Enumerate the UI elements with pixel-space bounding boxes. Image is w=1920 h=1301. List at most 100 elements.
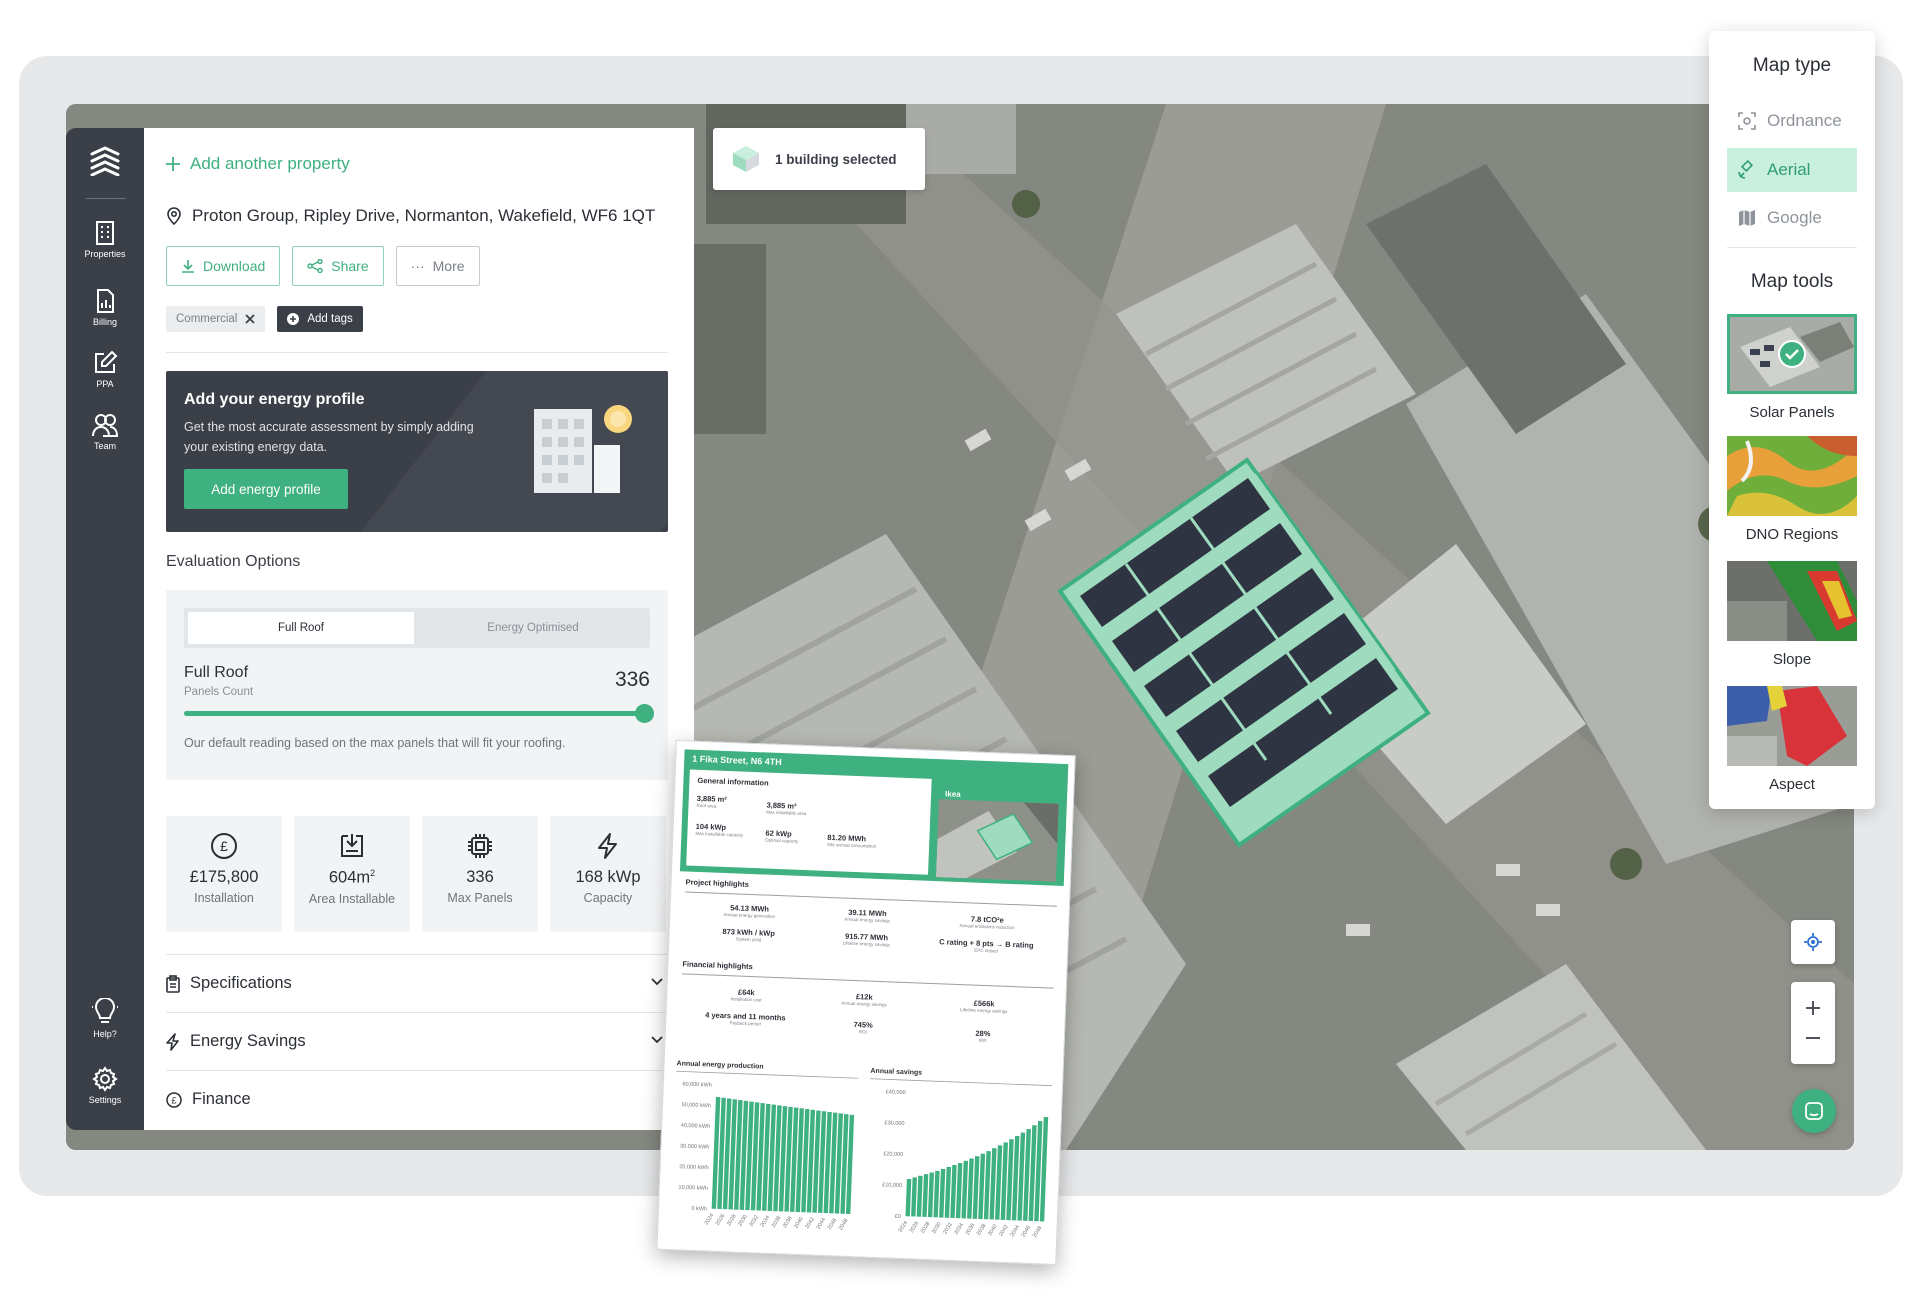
- sidebar-item-label: PPA: [96, 379, 114, 389]
- add-energy-profile-button[interactable]: Add energy profile: [184, 469, 348, 509]
- project-cell: 54.13 MWh Annual energy generation: [694, 902, 804, 920]
- sidebar-divider: [86, 198, 126, 199]
- cell-label: Annual energy generation: [723, 911, 776, 919]
- energy-profile-card: Add your energy profile Get the most acc…: [166, 371, 668, 532]
- x-tick-label: 2040: [987, 1224, 999, 1238]
- solar-panels-thumbnail: [1730, 317, 1854, 391]
- chart-title: Annual energy production: [676, 1060, 763, 1070]
- cell-label: Optimal capacity: [765, 837, 799, 844]
- chart-bar: [911, 1177, 917, 1217]
- project-cell: 7.8 tCO²e Annual emissions reduction: [932, 913, 1042, 931]
- more-button[interactable]: ··· More: [395, 246, 480, 286]
- sidebar-item-billing[interactable]: Billing: [66, 288, 144, 327]
- building-selected-label: 1 building selected: [775, 151, 897, 167]
- zoom-out-icon[interactable]: [1805, 1030, 1821, 1046]
- tool-solar-panels[interactable]: Solar Panels: [1727, 314, 1857, 421]
- tool-thumbnail: [1727, 561, 1857, 641]
- property-address: Proton Group, Ripley Drive, Normanton, W…: [166, 206, 655, 226]
- map-type-label: Aerial: [1767, 160, 1811, 179]
- evaluation-title: Evaluation Options: [166, 553, 301, 570]
- map-icon: [1739, 210, 1755, 226]
- x-tick-label: 2044: [816, 1217, 828, 1231]
- close-icon[interactable]: [245, 314, 255, 324]
- x-tick-label: 2048: [1032, 1225, 1044, 1239]
- cell-value: 28%: [975, 1028, 991, 1039]
- x-tick-label: 2030: [931, 1221, 943, 1235]
- x-tick-label: 2024: [704, 1213, 716, 1227]
- address-text: Proton Group, Ripley Drive, Normanton, W…: [192, 206, 656, 225]
- y-tick-label: £10,000: [882, 1182, 902, 1189]
- share-button[interactable]: Share: [292, 246, 384, 286]
- svg-text:£: £: [171, 1095, 176, 1105]
- map-tools-title: Map tools: [1750, 271, 1834, 292]
- tool-slope[interactable]: Slope: [1727, 561, 1857, 668]
- report-address: 1 Fika Street, N6 4TH: [692, 753, 782, 768]
- tool-label: Aspect: [1769, 776, 1815, 793]
- stat-value: 168 kWp: [575, 868, 641, 886]
- option-energy-optimised[interactable]: Energy Optimised: [420, 612, 646, 644]
- x-tick-label: 2048: [838, 1218, 850, 1232]
- tool-dno-regions[interactable]: DNO Regions: [1727, 436, 1857, 543]
- download-button[interactable]: Download: [166, 246, 281, 286]
- clipboard-icon: [166, 974, 180, 993]
- area-download-icon: [341, 834, 363, 857]
- svg-text:£: £: [220, 838, 228, 854]
- add-property-link[interactable]: Add another property: [166, 154, 350, 174]
- chart-bar: [967, 1158, 974, 1219]
- cell-label: Installation cost: [730, 996, 762, 1003]
- sidebar-item-ppa[interactable]: PPA: [66, 350, 144, 389]
- lightning-icon: [166, 1032, 179, 1051]
- chart-bar: [961, 1160, 969, 1219]
- map-type-label: Google: [1767, 208, 1822, 227]
- chart-bar: [955, 1162, 963, 1219]
- map-type-aerial[interactable]: Aerial: [1727, 148, 1857, 192]
- x-tick-label: 2038: [782, 1216, 794, 1230]
- tool-aspect[interactable]: Aspect: [1727, 686, 1857, 793]
- map-type-google[interactable]: Google: [1727, 196, 1857, 240]
- x-tick-label: 2028: [920, 1221, 932, 1235]
- more-label: More: [432, 258, 465, 274]
- chart-rule: [676, 1070, 859, 1079]
- add-tags-button[interactable]: Add tags: [277, 306, 363, 332]
- plus-icon: [166, 157, 180, 171]
- x-tick-label: 2032: [942, 1222, 954, 1236]
- stat-label: Capacity: [583, 891, 633, 905]
- logo-icon[interactable]: [88, 146, 122, 176]
- chart-bar: [944, 1166, 952, 1218]
- chart-bar: [933, 1170, 940, 1218]
- cell-label: IRR: [978, 1037, 987, 1044]
- panels-slider[interactable]: [184, 704, 654, 723]
- cell-label: Site annual consumption: [827, 841, 877, 849]
- project-cell: 873 kWh / kWp System yield: [693, 926, 803, 944]
- y-tick-label: 60,000 kWh: [682, 1082, 712, 1089]
- tag-row: Commercial Add tags: [166, 306, 363, 332]
- energy-profile-text: Get the most accurate assessment by simp…: [184, 420, 474, 454]
- sidebar: Properties Billing PPA Team Help? Settin…: [66, 128, 144, 1130]
- report-header: 1 Fika Street, N6 4TH Ikea General infor…: [679, 749, 1069, 886]
- locate-button[interactable]: [1791, 920, 1835, 964]
- x-tick-label: 2030: [737, 1214, 749, 1228]
- satellite-icon: [1738, 160, 1754, 179]
- building-selected-chip[interactable]: 1 building selected: [713, 128, 925, 190]
- chart-bar: [939, 1168, 946, 1218]
- x-tick-label: 2034: [954, 1222, 966, 1236]
- sidebar-item-team[interactable]: Team: [66, 412, 144, 451]
- chat-button[interactable]: [1792, 1089, 1836, 1133]
- cell-label: Lifetime energy savings: [842, 940, 891, 948]
- accordion-finance[interactable]: £ Finance: [166, 1070, 668, 1128]
- zoom-in-icon[interactable]: [1805, 1000, 1821, 1016]
- chart-bar: [927, 1172, 934, 1218]
- map-type-ordnance[interactable]: Ordnance: [1727, 99, 1857, 143]
- sidebar-item-help[interactable]: Help?: [66, 998, 144, 1039]
- x-tick-label: 2036: [771, 1215, 783, 1229]
- sidebar-item-settings[interactable]: Settings: [66, 1066, 144, 1105]
- accordion-energy-savings[interactable]: Energy Savings: [166, 1012, 668, 1070]
- stats-row: £ £175,800 Installation 604m2 Area Insta…: [166, 816, 666, 932]
- option-full-roof[interactable]: Full Roof: [188, 612, 414, 644]
- download-label: Download: [203, 258, 266, 274]
- sidebar-item-label: Properties: [84, 249, 126, 259]
- x-tick-label: 2042: [998, 1224, 1010, 1238]
- sidebar-item-properties[interactable]: Properties: [66, 220, 144, 259]
- slider-handle[interactable]: [635, 704, 654, 723]
- accordion-specifications[interactable]: Specifications: [166, 954, 668, 1012]
